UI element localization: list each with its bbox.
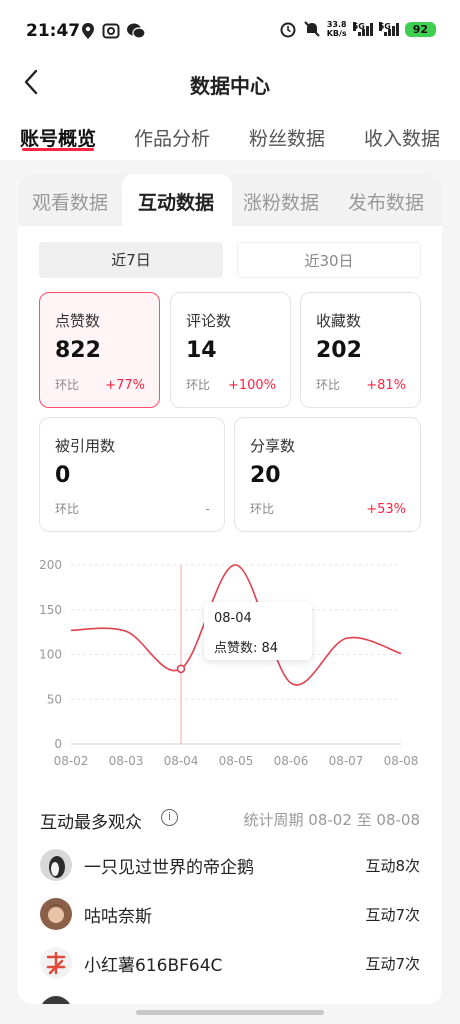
x-tick-label: 08-06	[274, 754, 309, 768]
metric-favorites[interactable]: 收藏数 202 环比 +81%	[300, 292, 421, 408]
likes-line-chart[interactable]: 0 50 100 150 200 08-02 08-03 08-04 08-05 08-06 08-…	[18, 554, 442, 774]
tab-works-analysis[interactable]: 作品分析	[134, 124, 210, 151]
avatar-image	[40, 898, 72, 930]
metric-value: 0	[55, 463, 71, 488]
audience-name: 一只见过世界的帝企鹅	[84, 858, 254, 878]
metric-likes[interactable]: 点赞数 822 环比 +77%	[39, 292, 160, 408]
camera-icon	[102, 23, 120, 39]
audience-item-partial[interactable]	[18, 988, 442, 1004]
avatar-image	[40, 996, 72, 1004]
metric-change: +81%	[366, 378, 406, 393]
metric-change: -	[205, 502, 210, 517]
metric-label: 分享数	[250, 437, 296, 455]
page-title: 数据中心	[190, 74, 270, 98]
audience-item[interactable]: 小红薯616BF64C 互动7次	[18, 939, 442, 987]
subtab-interaction[interactable]: 互动数据	[138, 188, 214, 215]
x-tick-label: 08-07	[329, 754, 364, 768]
tooltip-date: 08-04	[214, 611, 252, 626]
metric-shares[interactable]: 分享数 20 环比 +53%	[234, 417, 421, 532]
metric-label: 评论数	[186, 312, 232, 330]
range-30-days[interactable]: 近30日	[237, 242, 421, 278]
avatar-image	[40, 947, 72, 979]
metric-compare-label: 环比	[250, 502, 275, 516]
tooltip-value: 点赞数: 84	[214, 641, 279, 656]
audience-count: 互动8次	[365, 857, 420, 875]
home-indicator[interactable]	[136, 1010, 324, 1015]
audience-name: 小红薯616BF64C	[84, 956, 223, 976]
avatar	[40, 898, 72, 930]
metric-value: 202	[316, 338, 362, 363]
subtab-views[interactable]: 观看数据	[32, 188, 108, 215]
metric-comments[interactable]: 评论数 14 环比 +100%	[170, 292, 291, 408]
metric-label: 点赞数	[55, 312, 101, 330]
stats-period: 统计周期 08-02 至 08-08	[243, 811, 420, 829]
x-tick-label: 08-05	[219, 754, 254, 768]
x-tick-label: 08-04	[164, 754, 199, 768]
x-tick-label: 08-02	[54, 754, 89, 768]
y-tick-label: 0	[54, 737, 62, 751]
metric-label: 被引用数	[55, 437, 116, 455]
avatar	[40, 947, 72, 979]
y-tick-label: 150	[39, 603, 62, 617]
audience-name: 咕咕奈斯	[84, 907, 152, 927]
metric-change: +77%	[105, 378, 145, 393]
metric-change: +53%	[366, 502, 406, 517]
info-icon[interactable]: i	[161, 809, 178, 826]
avatar	[40, 996, 72, 1004]
chart-tooltip: 08-04 点赞数: 84	[204, 602, 312, 660]
signal-icon-2: 5G	[378, 22, 399, 36]
net-speed: 33.8 KB/s	[326, 20, 347, 38]
status-time: 21:47	[26, 21, 81, 41]
metric-compare-label: 环比	[55, 378, 80, 392]
subtab-publish[interactable]: 发布数据	[348, 188, 424, 215]
y-tick-label: 200	[39, 558, 62, 572]
nav-bar: 数据中心	[0, 60, 460, 106]
active-tab-indicator	[22, 148, 94, 151]
audience-count: 互动7次	[365, 906, 420, 924]
audience-item[interactable]: 一只见过世界的帝企鹅 互动8次	[18, 841, 442, 889]
tab-income-data[interactable]: 收入数据	[364, 124, 440, 151]
audience-item[interactable]: 咕咕奈斯 互动7次	[18, 890, 442, 938]
highlight-point	[176, 664, 186, 674]
y-tick-label: 100	[39, 648, 62, 662]
status-left-icons	[80, 22, 146, 40]
avatar-image	[40, 849, 72, 881]
tab-account-overview[interactable]: 账号概览	[20, 124, 96, 151]
metric-compare-label: 环比	[55, 502, 80, 516]
alarm-icon	[280, 22, 296, 38]
avatar	[40, 849, 72, 881]
metric-value: 14	[186, 338, 217, 363]
y-tick-label: 50	[47, 692, 62, 706]
status-bar: 21:47 33.8 KB/s 5G 5G 92	[0, 0, 460, 60]
audience-count: 互动7次	[365, 955, 420, 973]
metric-value: 822	[55, 338, 101, 363]
mute-icon	[303, 21, 320, 37]
location-icon	[82, 23, 94, 39]
metric-change: +100%	[227, 378, 276, 393]
signal-icon: 5G	[352, 22, 373, 36]
interaction-data-card: 观看数据 互动数据 涨粉数据 发布数据 近7日 近30日 点赞数 822 环比 …	[18, 174, 442, 1004]
x-tick-label: 08-08	[384, 754, 419, 768]
top-audience-title: 互动最多观众	[40, 813, 142, 833]
metric-value: 20	[250, 463, 281, 488]
sub-tabs: 观看数据 互动数据 涨粉数据 发布数据	[18, 174, 442, 230]
range-7-days[interactable]: 近7日	[39, 242, 223, 278]
metric-label: 收藏数	[316, 312, 362, 330]
tab-fans-data[interactable]: 粉丝数据	[249, 124, 325, 151]
metric-citations[interactable]: 被引用数 0 环比 -	[39, 417, 225, 532]
metric-compare-label: 环比	[316, 378, 341, 392]
subtab-followers-gain[interactable]: 涨粉数据	[243, 188, 319, 215]
wechat-icon	[127, 23, 146, 39]
status-right: 33.8 KB/s 5G 5G 92	[279, 20, 436, 38]
battery-icon: 92	[404, 21, 436, 37]
main-tabs: 账号概览 作品分析 粉丝数据 收入数据	[0, 106, 460, 160]
x-tick-label: 08-03	[109, 754, 144, 768]
metric-compare-label: 环比	[186, 378, 211, 392]
